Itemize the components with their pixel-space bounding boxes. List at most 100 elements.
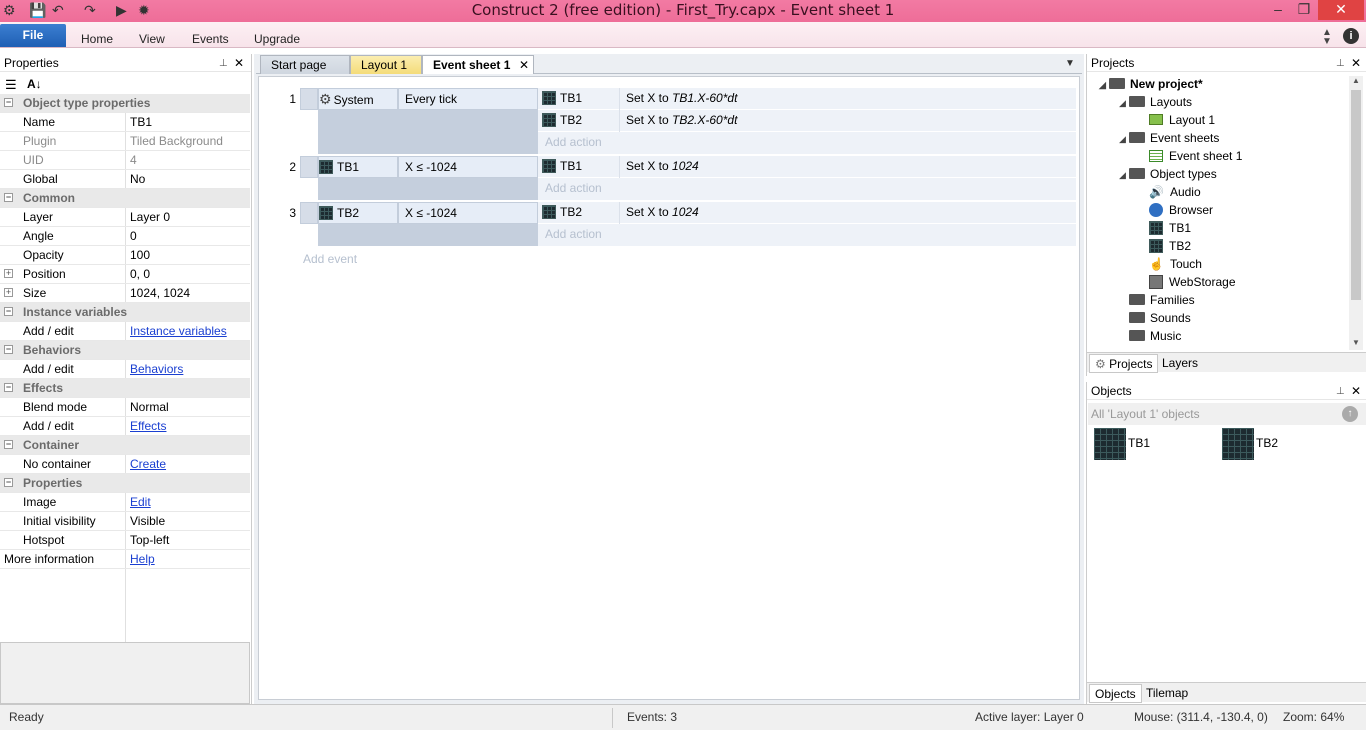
close-panel-icon[interactable]: ✕ [1351, 382, 1361, 400]
add-action-row[interactable] [538, 178, 1076, 200]
event-condition-area[interactable] [318, 110, 538, 154]
categorized-view-icon[interactable]: ☰ [5, 77, 17, 93]
info-icon[interactable]: i [1343, 28, 1359, 44]
scrollbar-thumb[interactable] [1351, 90, 1361, 300]
collapse-icon[interactable]: − [4, 98, 13, 107]
tab-list-dropdown-icon[interactable]: ▼ [1065, 58, 1075, 69]
event-margin[interactable] [300, 202, 318, 224]
property-row[interactable]: Hotspot Top-left [0, 531, 250, 550]
expand-icon[interactable]: + [4, 269, 13, 278]
add-action-link[interactable]: Add action [545, 132, 602, 154]
event-condition-area[interactable] [318, 178, 538, 200]
tree-layout-1[interactable]: Layout 1 [1149, 111, 1215, 129]
action-text[interactable]: Set X to 1024 [626, 156, 699, 178]
tab-events[interactable]: Events [192, 32, 229, 46]
property-row[interactable]: Image Edit [0, 493, 250, 512]
condition-object[interactable]: TB2 [318, 202, 398, 224]
action-object[interactable]: TB2 [542, 110, 620, 132]
close-tab-icon[interactable]: ✕ [519, 56, 529, 74]
property-row[interactable]: Opacity 100 [0, 246, 250, 265]
tab-upgrade[interactable]: Upgrade [254, 32, 300, 46]
action-text[interactable]: Set X to 1024 [626, 202, 699, 224]
tab-projects[interactable]: ⚙ Projects [1089, 354, 1159, 373]
property-category[interactable]: − Properties [0, 474, 250, 493]
property-row[interactable]: Layer Layer 0 [0, 208, 250, 227]
property-row[interactable]: Add / edit Effects [0, 417, 250, 436]
property-row[interactable]: + Size 1024, 1024 [0, 284, 250, 303]
property-row[interactable]: Global No [0, 170, 250, 189]
property-row[interactable]: Blend mode Normal [0, 398, 250, 417]
property-link[interactable]: Edit [130, 493, 151, 511]
scroll-up-icon[interactable]: ▲ [1352, 76, 1360, 85]
maximize-icon[interactable]: ❐ [1291, 0, 1317, 20]
action-object[interactable]: TB1 [542, 88, 620, 110]
tree-sounds[interactable]: Sounds [1129, 309, 1191, 327]
property-row[interactable]: Angle 0 [0, 227, 250, 246]
projects-scrollbar[interactable]: ▲ ▼ [1349, 76, 1363, 350]
tab-layout-1[interactable]: Layout 1 [350, 55, 422, 74]
ribbon-collapse-icon[interactable]: ▲ ▼ [1322, 28, 1332, 47]
property-row[interactable]: UID 4 [0, 151, 250, 170]
pin-icon[interactable]: ⊥ [219, 55, 228, 73]
condition-text[interactable]: Every tick [398, 88, 538, 110]
tree-event-sheet-1[interactable]: Event sheet 1 [1149, 147, 1242, 165]
event-margin[interactable] [300, 156, 318, 178]
tree-families[interactable]: Families [1129, 291, 1195, 309]
property-row[interactable]: Initial visibility Visible [0, 512, 250, 531]
scroll-down-icon[interactable]: ▼ [1352, 338, 1360, 347]
property-row[interactable]: Name TB1 [0, 113, 250, 132]
tab-home[interactable]: Home [81, 32, 113, 46]
property-category[interactable]: − Instance variables [0, 303, 250, 322]
action-text[interactable]: Set X to TB1.X-60*dt [626, 88, 737, 110]
sort-az-icon[interactable]: A↓ [27, 77, 42, 91]
pin-icon[interactable]: ⊥ [1336, 55, 1345, 73]
tab-tilemap[interactable]: Tilemap [1141, 684, 1193, 703]
condition-text[interactable]: X ≤ -1024 [398, 156, 538, 178]
action-object[interactable]: TB2 [542, 202, 620, 224]
condition-object[interactable]: ⚙ System [318, 88, 398, 110]
tree-object-touch[interactable]: ☝ Touch [1149, 255, 1202, 273]
property-category[interactable]: − Container [0, 436, 250, 455]
event-condition-area[interactable] [318, 224, 538, 246]
property-row[interactable]: Add / edit Behaviors [0, 360, 250, 379]
collapse-icon[interactable]: − [4, 383, 13, 392]
tree-music[interactable]: Music [1129, 327, 1181, 345]
add-action-row[interactable] [538, 224, 1076, 246]
property-category[interactable]: − Object type properties [0, 94, 250, 113]
tab-view[interactable]: View [139, 32, 165, 46]
tree-object-webstorage[interactable]: WebStorage [1149, 273, 1236, 291]
tree-project-root[interactable]: ◢ New project* [1099, 75, 1203, 93]
add-action-link[interactable]: Add action [545, 178, 602, 200]
tree-object-tb2[interactable]: TB2 [1149, 237, 1191, 255]
tree-object-tb1[interactable]: TB1 [1149, 219, 1191, 237]
condition-object[interactable]: TB1 [318, 156, 398, 178]
add-action-link[interactable]: Add action [545, 224, 602, 246]
collapse-icon[interactable]: − [4, 478, 13, 487]
close-panel-icon[interactable]: ✕ [1351, 54, 1361, 72]
condition-text[interactable]: X ≤ -1024 [398, 202, 538, 224]
minimize-icon[interactable]: – [1265, 0, 1291, 20]
tree-object-audio[interactable]: 🔊 Audio [1149, 183, 1201, 201]
property-link[interactable]: Effects [130, 417, 166, 435]
tab-layers[interactable]: Layers [1157, 354, 1203, 373]
pin-icon[interactable]: ⊥ [1336, 383, 1345, 401]
property-row[interactable]: No container Create [0, 455, 250, 474]
object-item-tb2[interactable]: TB2 [1222, 428, 1278, 460]
tab-event-sheet-1[interactable]: Event sheet 1 ✕ [422, 55, 534, 74]
close-icon[interactable]: ✕ [1318, 0, 1364, 20]
property-category[interactable]: − Effects [0, 379, 250, 398]
object-item-tb1[interactable]: TB1 [1094, 428, 1150, 460]
collapse-icon[interactable]: − [4, 193, 13, 202]
tree-event-sheets[interactable]: ◢ Event sheets [1119, 129, 1219, 147]
add-event-link[interactable]: Add event [303, 249, 357, 271]
tab-objects[interactable]: Objects [1089, 684, 1142, 703]
collapse-icon[interactable]: − [4, 440, 13, 449]
expand-icon[interactable]: + [4, 288, 13, 297]
property-link[interactable]: Behaviors [130, 360, 183, 378]
property-row[interactable]: More information Help [0, 550, 250, 569]
event-margin[interactable] [300, 88, 318, 110]
tree-object-types[interactable]: ◢ Object types [1119, 165, 1217, 183]
close-panel-icon[interactable]: ✕ [234, 54, 244, 72]
property-row[interactable]: Add / edit Instance variables [0, 322, 250, 341]
property-link[interactable]: Help [130, 550, 155, 568]
